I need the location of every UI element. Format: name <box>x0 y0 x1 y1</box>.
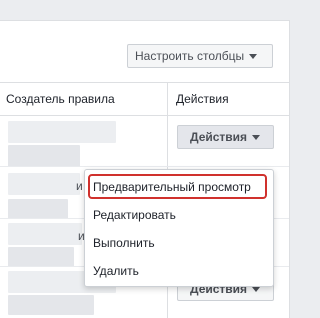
actions-dropdown-menu: Предварительный просмотр Редактировать В… <box>84 169 274 287</box>
configure-columns-label: Настроить столбцы <box>135 49 245 63</box>
creator-name-fragment: и <box>76 179 83 193</box>
actions-button-label: Действия <box>190 130 248 144</box>
blurred-creator-name <box>8 121 116 143</box>
menu-item-preview[interactable]: Предварительный просмотр <box>93 177 251 197</box>
table-toolbar: Настроить столбцы <box>0 21 289 81</box>
column-header-rule-creator[interactable]: Создатель правила <box>6 83 115 115</box>
column-header-actions: Действия <box>176 92 229 106</box>
row-divider <box>0 166 289 167</box>
blurred-creator-name <box>8 223 82 245</box>
table-header: Создатель правила Действия <box>0 82 289 116</box>
blurred-creator-name <box>8 173 80 195</box>
rules-table-panel: Настроить столбцы Создатель правила Дейс… <box>0 20 290 318</box>
actions-button[interactable]: Действия <box>177 125 274 149</box>
blurred-creator-name <box>8 199 68 219</box>
blurred-creator-name <box>8 247 74 267</box>
chevron-down-icon <box>252 135 261 141</box>
menu-item-edit[interactable]: Редактировать <box>93 205 176 225</box>
chevron-down-icon <box>249 54 258 60</box>
configure-columns-button[interactable]: Настроить столбцы <box>127 44 273 68</box>
menu-item-run[interactable]: Выполнить <box>93 233 155 253</box>
blurred-creator-name <box>8 145 80 167</box>
blurred-creator-name <box>8 295 94 315</box>
menu-item-delete[interactable]: Удалить <box>93 261 139 281</box>
chevron-down-icon <box>252 287 261 293</box>
